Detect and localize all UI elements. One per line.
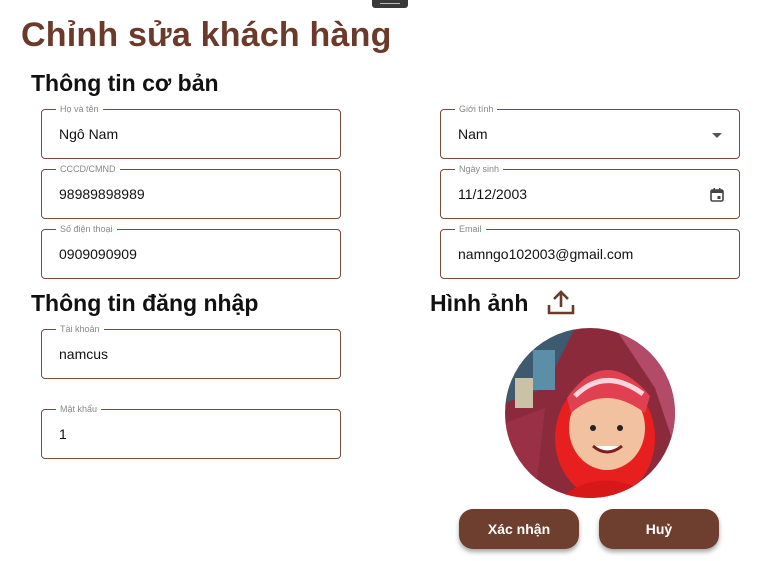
arrow-drop-down-icon[interactable] (709, 127, 725, 143)
calendar-icon[interactable] (709, 187, 725, 203)
phone-label: Số điện thoại (56, 224, 117, 235)
section-login-info: Thông tin đăng nhập (31, 290, 259, 316)
upload-icon[interactable] (546, 290, 576, 316)
gender-value: Nam (458, 126, 488, 142)
name-field[interactable]: Họ và tên Ngô Nam (41, 104, 341, 159)
name-value: Ngô Nam (59, 126, 119, 142)
password-field[interactable]: Mật khẩu 1 (41, 404, 341, 459)
username-label: Tài khoản (56, 324, 104, 335)
gender-select[interactable]: Giới tính Nam (440, 104, 740, 159)
password-value: 1 (59, 426, 67, 442)
id-card-field[interactable]: CCCD/CMND 98989898989 (41, 164, 341, 219)
id-card-label: CCCD/CMND (56, 164, 120, 175)
email-label: Email (455, 224, 486, 235)
username-value: namcus (59, 346, 109, 362)
section-basic-info: Thông tin cơ bản (31, 70, 219, 96)
id-card-value: 98989898989 (59, 186, 145, 202)
email-field[interactable]: Email namngo102003@gmail.com (440, 224, 740, 279)
window-handle[interactable] (372, 0, 408, 8)
page-title: Chỉnh sửa khách hàng (21, 16, 392, 54)
birthday-value: 11/12/2003 (458, 186, 528, 202)
section-image: Hình ảnh (430, 290, 529, 316)
username-field[interactable]: Tài khoản namcus (41, 324, 341, 379)
email-value: namngo102003@gmail.com (458, 246, 634, 262)
password-label: Mật khẩu (56, 404, 102, 415)
name-label: Họ và tên (56, 104, 103, 115)
birthday-field[interactable]: Ngày sinh 11/12/2003 (440, 164, 740, 219)
phone-field[interactable]: Số điện thoại 0909090909 (41, 224, 341, 279)
phone-value: 0909090909 (59, 246, 137, 262)
birthday-label: Ngày sinh (455, 164, 504, 175)
customer-avatar (505, 328, 675, 498)
gender-label: Giới tính (455, 104, 498, 115)
confirm-button[interactable]: Xác nhận (459, 509, 579, 549)
cancel-button[interactable]: Huỷ (599, 509, 719, 549)
